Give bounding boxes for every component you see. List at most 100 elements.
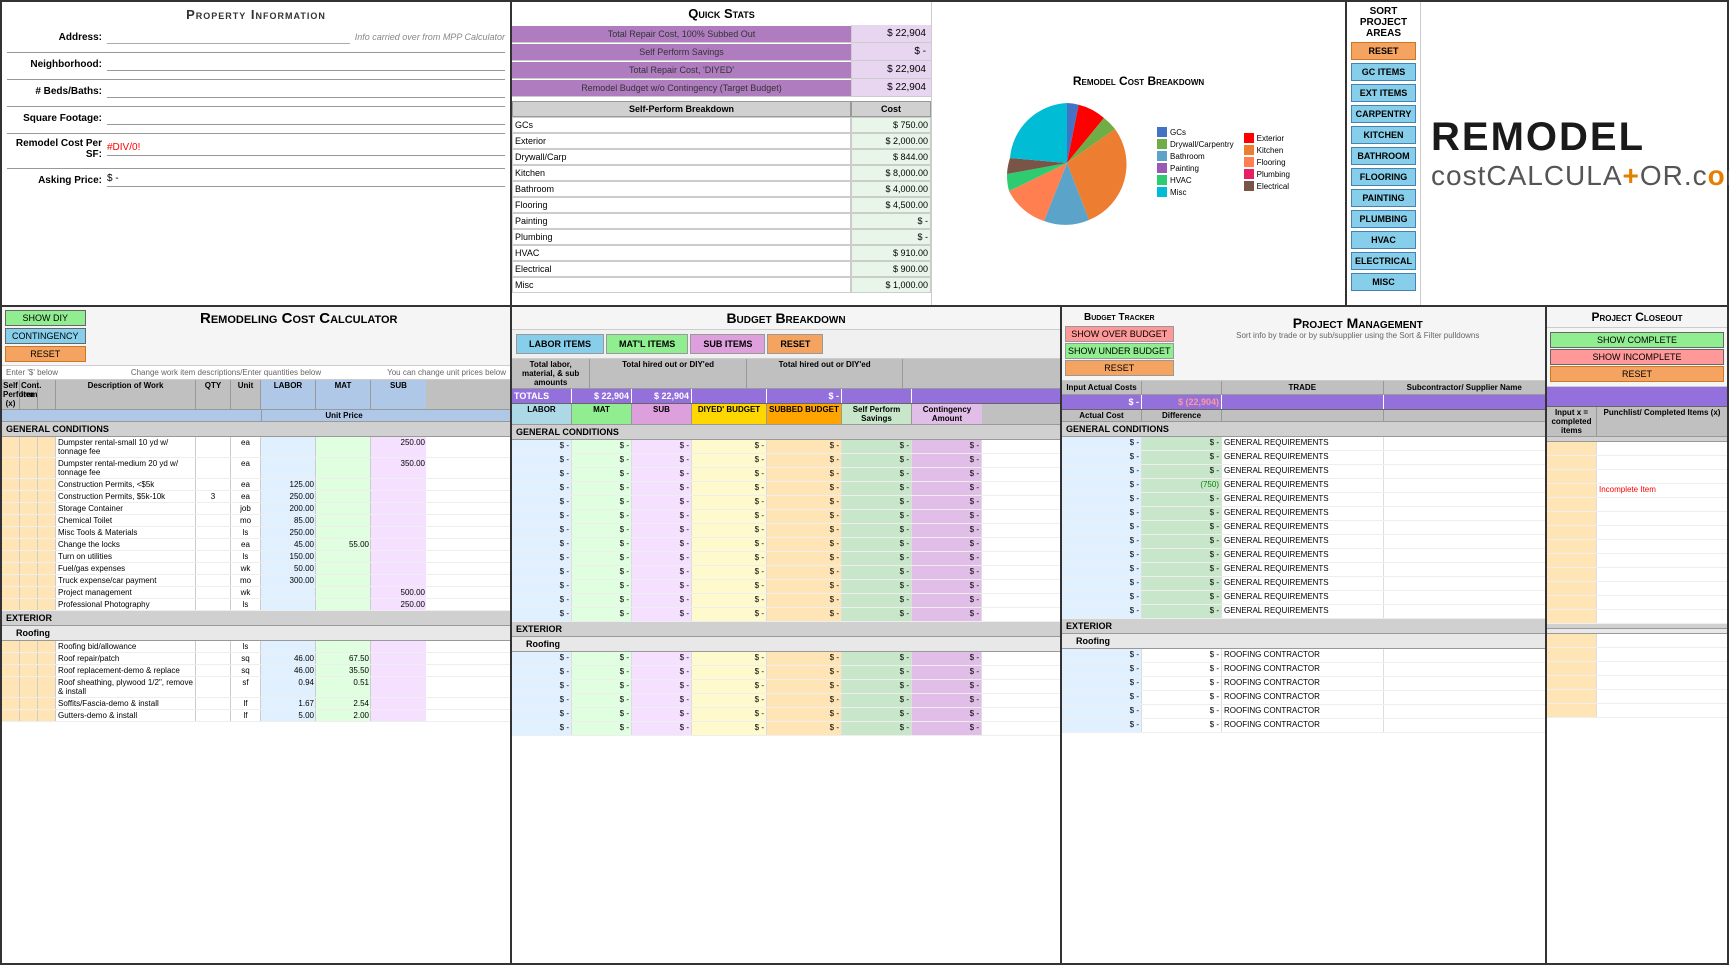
sub-items-tab[interactable]: SUB ITEMS — [690, 334, 765, 354]
bb-table-row: $ -$ -$ -$ -$ -$ -$ - — [512, 440, 1060, 454]
table-row: Storage Containerjob200.00 — [2, 503, 510, 515]
flooring-button[interactable]: FLOORING — [1351, 168, 1416, 186]
rcc-subtext2: Change work item descriptions/Enter quan… — [66, 368, 386, 377]
qs-grid-row-value: $ 900.00 — [851, 261, 931, 277]
bathroom-button[interactable]: BATHROOM — [1351, 147, 1416, 165]
pie-chart — [987, 93, 1147, 233]
difference-col: Difference — [1142, 410, 1222, 421]
bb-section-header: GENERAL CONDITIONS — [512, 425, 1060, 440]
labor-items-tab[interactable]: LABOR ITEMS — [516, 334, 604, 354]
gc-items-button[interactable]: GC ITEMS — [1351, 63, 1416, 81]
misc-button[interactable]: MISC — [1351, 273, 1416, 291]
electrical-button[interactable]: ELECTRICAL — [1351, 252, 1416, 270]
pm-row: $ -$ -GENERAL REQUIREMENTS — [1062, 535, 1545, 549]
show-over-budget-button[interactable]: SHOW OVER BUDGET — [1065, 326, 1174, 342]
neighborhood-input[interactable] — [107, 57, 505, 71]
bb-total-label: Total labor, material, & sub amounts — [512, 359, 590, 388]
asking-price-input[interactable]: $ - — [107, 173, 505, 187]
qs-row-1-value: $ 22,904 — [851, 25, 931, 42]
bb-table-row: $ -$ -$ -$ -$ -$ -$ - — [512, 608, 1060, 622]
table-row: Truck expense/car paymentmo300.00 — [2, 575, 510, 587]
carpentry-button[interactable]: CARPENTRY — [1351, 105, 1416, 123]
pc-row — [1547, 498, 1727, 512]
show-complete-button[interactable]: SHOW COMPLETE — [1550, 332, 1724, 348]
pc-row — [1547, 456, 1727, 470]
self-perform-header: Self-Perform Breakdown — [512, 101, 851, 117]
pm-ext-section: EXTERIOR — [1062, 619, 1545, 634]
qs-row-3-label: Total Repair Cost, 'DIYED' — [512, 62, 851, 78]
table-row: Gutters-demo & installlf5.002.00 — [2, 710, 510, 722]
rcc-reset-button[interactable]: RESET — [5, 346, 86, 362]
pc-row — [1547, 442, 1727, 456]
bb-table-row: $ -$ -$ -$ -$ -$ -$ - — [512, 594, 1060, 608]
totals-v6 — [912, 389, 982, 403]
section-header: GENERAL CONDITIONS — [2, 422, 510, 437]
pc-reset-button[interactable]: RESET — [1550, 366, 1724, 382]
pc-row — [1547, 526, 1727, 540]
bb-ext-row: $ -$ -$ -$ -$ -$ -$ - — [512, 708, 1060, 722]
bb-ext-row: $ -$ -$ -$ -$ -$ -$ - — [512, 666, 1060, 680]
bb-col-subbed: SUBBED BUDGET — [767, 404, 842, 424]
col-unit: Unit — [231, 380, 261, 409]
budget-reset-tab[interactable]: RESET — [767, 334, 823, 354]
pm-gc-section: GENERAL CONDITIONS — [1062, 422, 1545, 437]
qs-row-2-label: Self Perform Savings — [512, 44, 851, 60]
qs-grid-row-label: Drywall/Carp — [512, 149, 851, 165]
hvac-button[interactable]: HVAC — [1351, 231, 1416, 249]
bb-total-hired: Total hired out or DIY'ed — [590, 359, 747, 388]
totals-label: TOTALS — [512, 389, 572, 403]
address-input[interactable] — [107, 30, 350, 44]
legend-painting: Painting — [1157, 163, 1234, 173]
qs-grid-row-label: Painting — [512, 213, 851, 229]
bb-blank — [903, 359, 1060, 388]
qs-grid-row-label: Flooring — [512, 197, 851, 213]
legend-bathroom: Bathroom — [1157, 151, 1234, 161]
bb-col-labor: LABOR — [512, 404, 572, 424]
pc-col-punchlist: Punchlist/ Completed Items (x) — [1597, 407, 1727, 436]
remodel-cost-input[interactable]: #DIV/0! — [107, 142, 505, 156]
table-row: Fuel/gas expenseswk50.00 — [2, 563, 510, 575]
budget-tracker-reset-button[interactable]: RESET — [1065, 360, 1174, 376]
bb-ext-row: $ -$ -$ -$ -$ -$ -$ - — [512, 652, 1060, 666]
bb-total-hired2: Total hired out or DIY'ed — [747, 359, 904, 388]
show-diy-button[interactable]: SHOW DIY — [5, 310, 86, 326]
qs-grid-row-label: Exterior — [512, 133, 851, 149]
bb-table-row: $ -$ -$ -$ -$ -$ -$ - — [512, 482, 1060, 496]
pc-row — [1547, 470, 1727, 484]
pm-subtitle: Sort info by trade or by sub/supplier us… — [1179, 331, 1537, 340]
cost-header: Cost — [851, 101, 931, 117]
sqft-input[interactable] — [107, 111, 505, 125]
pm-row: $ -$ -GENERAL REQUIREMENTS — [1062, 549, 1545, 563]
pm-row: $ -(750)GENERAL REQUIREMENTS — [1062, 479, 1545, 493]
kitchen-button[interactable]: KITCHEN — [1351, 126, 1416, 144]
quick-stats-title: Quick Stats — [512, 2, 931, 25]
contingency-button[interactable]: CONTINGENCY — [5, 328, 86, 344]
totals-v3 — [692, 389, 767, 403]
pc-row: Incomplete Item — [1547, 484, 1727, 498]
col-self-perform: Self Perform (x) — [2, 380, 20, 409]
reset-sort-button[interactable]: RESET — [1351, 42, 1416, 60]
qs-row-3-value: $ 22,904 — [851, 61, 931, 78]
legend-flooring: Flooring — [1244, 157, 1290, 167]
legend-gcs: GCs — [1157, 127, 1234, 137]
matl-items-tab[interactable]: MAT'L ITEMS — [606, 334, 688, 354]
pm-row: $ -$ -GENERAL REQUIREMENTS — [1062, 521, 1545, 535]
show-under-budget-button[interactable]: SHOW UNDER BUDGET — [1065, 343, 1174, 359]
ext-items-button[interactable]: EXT ITEMS — [1351, 84, 1416, 102]
difference-header — [1142, 381, 1222, 394]
rcc-subtext1: Enter '$' below — [6, 368, 66, 377]
totals-v5 — [842, 389, 912, 403]
painting-button[interactable]: PAINTING — [1351, 189, 1416, 207]
bb-ext-row: $ -$ -$ -$ -$ -$ -$ - — [512, 722, 1060, 736]
qs-row-4-label: Remodel Budget w/o Contingency (Target B… — [512, 80, 851, 96]
logo-line1: REMODEL — [1431, 115, 1729, 160]
trade-header: TRADE — [1222, 381, 1384, 394]
legend-kitchen: Kitchen — [1244, 145, 1290, 155]
plumbing-button[interactable]: PLUMBING — [1351, 210, 1416, 228]
pm-row: $ -$ -ROOFING CONTRACTOR — [1062, 691, 1545, 705]
pc-ext-row — [1547, 634, 1727, 648]
col-labor-price: LABOR — [261, 380, 316, 409]
beds-baths-input[interactable] — [107, 84, 505, 98]
show-incomplete-button[interactable]: SHOW INCOMPLETE — [1550, 349, 1724, 365]
address-label: Address: — [7, 32, 107, 43]
